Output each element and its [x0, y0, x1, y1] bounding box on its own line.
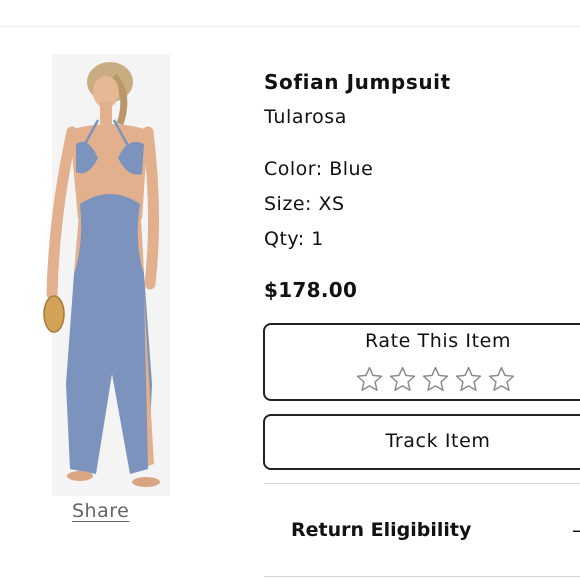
star-rating[interactable] [355, 365, 516, 397]
return-eligibility-label: Return Eligibility [291, 519, 472, 541]
share-link[interactable]: Share [72, 500, 129, 522]
product-image[interactable] [40, 54, 180, 496]
rate-item-title: Rate This Item [364, 330, 512, 352]
product-size: Size: XS [264, 193, 345, 215]
star-icon[interactable] [421, 365, 450, 394]
header-divider [0, 26, 580, 27]
star-icon[interactable] [355, 365, 384, 394]
track-item-button[interactable]: Track Item [263, 414, 580, 470]
return-eligibility-row[interactable]: Return Eligibility – [264, 484, 580, 576]
product-photo-icon [43, 54, 170, 496]
star-icon[interactable] [388, 365, 417, 394]
product-brand[interactable]: Tularosa [264, 106, 347, 128]
product-color: Color: Blue [264, 158, 374, 180]
minus-icon[interactable]: – [572, 518, 580, 542]
track-item-label: Track Item [385, 430, 491, 452]
rate-item-card: Rate This Item [263, 323, 580, 401]
product-price: $178.00 [264, 278, 358, 302]
star-icon[interactable] [454, 365, 483, 394]
product-title: Sofian Jumpsuit [264, 70, 451, 94]
star-icon[interactable] [487, 365, 516, 394]
section-divider [264, 576, 580, 577]
product-quantity: Qty: 1 [264, 228, 324, 250]
